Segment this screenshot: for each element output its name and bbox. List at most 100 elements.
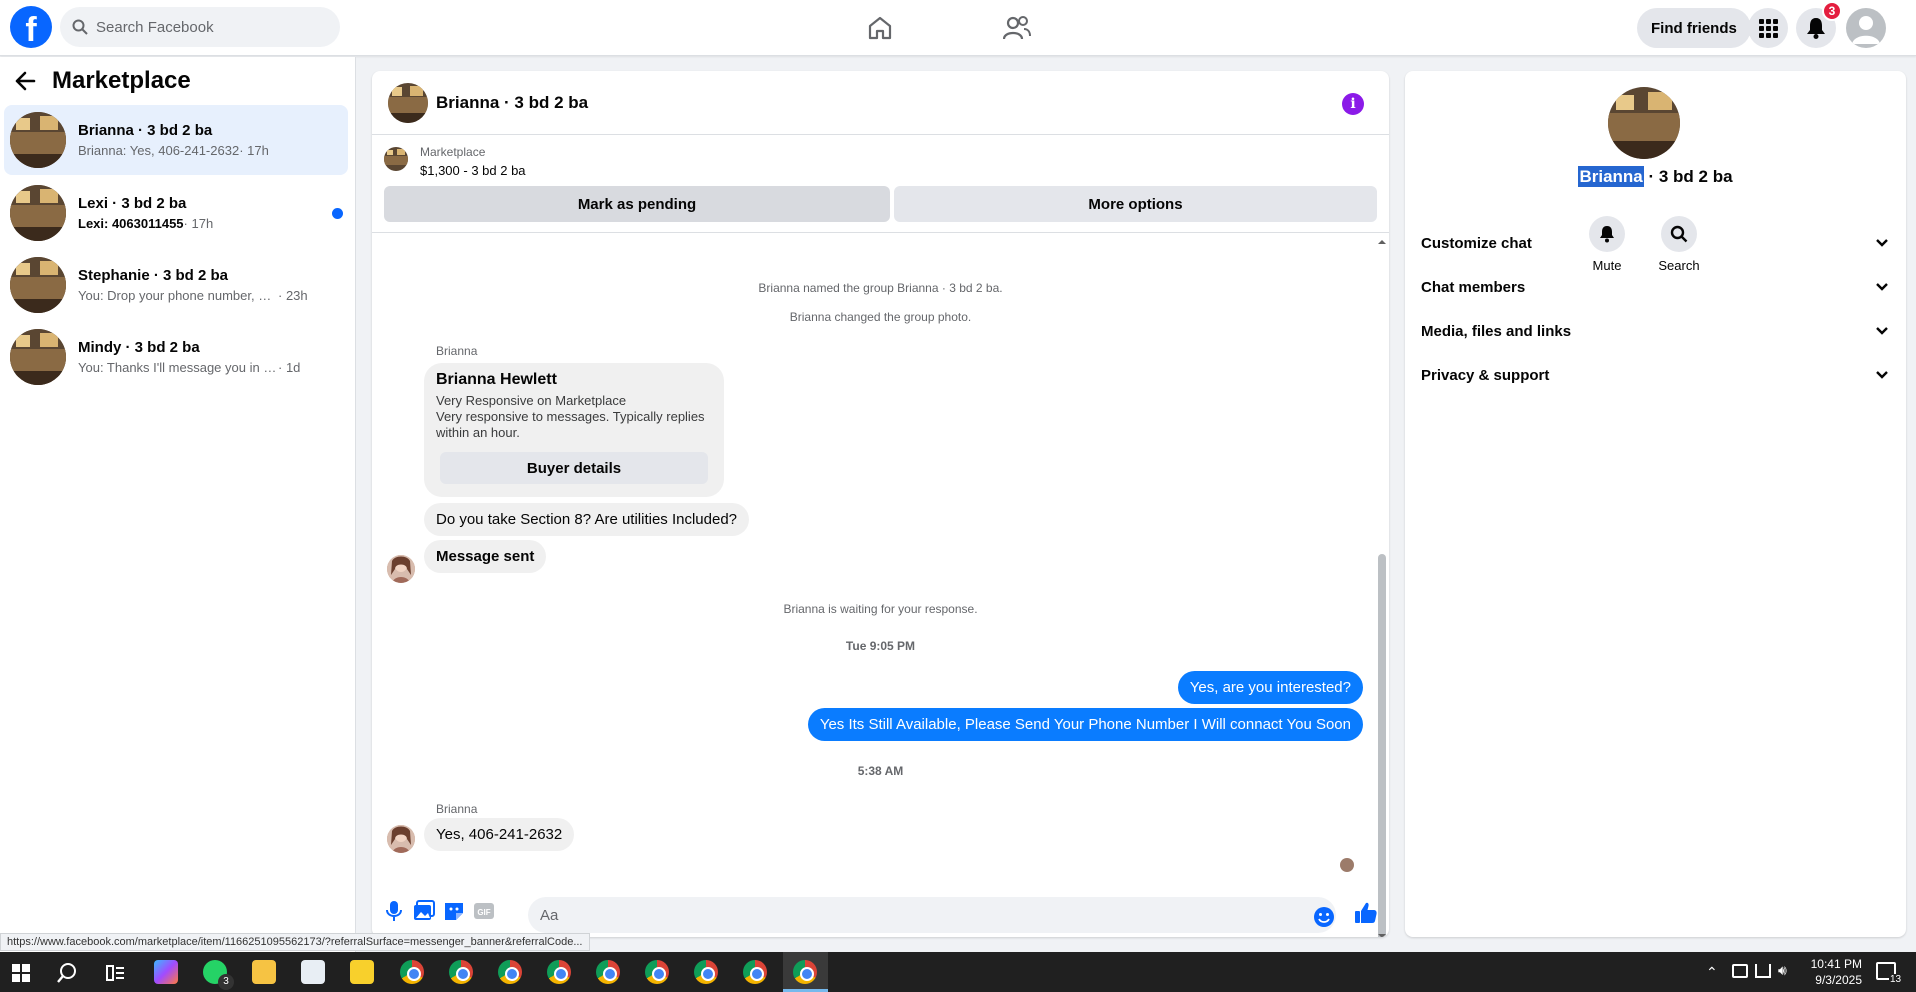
section-label: Media, files and links (1421, 322, 1572, 340)
svg-text:GIF: GIF (477, 908, 490, 917)
outgoing-message[interactable]: Yes Its Still Available, Please Send You… (807, 708, 1363, 741)
chrome-active-icon[interactable] (793, 960, 817, 984)
conversation-snippet: Lexi: 4063011455 (78, 216, 184, 231)
chat-header: Brianna · 3 bd 2 ba i (372, 71, 1389, 135)
conversation-item[interactable]: Lexi · 3 bd 2 ba Lexi: 4063011455 · 17h (4, 178, 348, 248)
tray-chevron-up-icon[interactable]: ⌃ (1706, 964, 1718, 981)
chevron-down-icon (1876, 371, 1888, 379)
listing-thumbnail (10, 329, 66, 385)
sender-avatar[interactable] (387, 555, 415, 583)
top-navigation-bar: f Find friends 3 (0, 0, 1916, 56)
conversation-name: Mindy · 3 bd 2 ba (78, 339, 200, 356)
incoming-message[interactable]: Do you take Section 8? Are utilities Inc… (424, 503, 750, 536)
listing-thumbnail (10, 185, 66, 241)
chrome-profile-icon[interactable] (645, 960, 669, 984)
conversation-list-panel: Marketplace Brianna · 3 bd 2 ba Brianna:… (0, 57, 356, 952)
listing-thumbnail[interactable] (384, 147, 408, 171)
scroll-up-icon[interactable] (1375, 238, 1389, 246)
home-icon[interactable] (864, 12, 896, 44)
conversation-snippet: You: Drop your phone number, and ... (78, 288, 278, 303)
back-arrow-icon[interactable] (14, 71, 36, 91)
chrome-profile-icon[interactable] (449, 960, 473, 984)
search-input[interactable] (96, 18, 326, 36)
find-friends-button[interactable]: Find friends (1637, 8, 1751, 48)
copilot-icon[interactable] (154, 960, 178, 984)
sender-name: Brianna (436, 344, 478, 358)
sticky-notes-icon[interactable] (350, 960, 374, 984)
account-avatar[interactable] (1846, 8, 1886, 48)
more-options-button[interactable]: More options (894, 186, 1377, 222)
system-message: Brianna named the group Brianna · 3 bd 2… (758, 281, 1003, 295)
file-explorer-icon[interactable] (252, 960, 276, 984)
chrome-profile-icon[interactable] (547, 960, 571, 984)
buyer-name: Brianna Hewlett (436, 371, 557, 388)
panel-title: Marketplace (52, 67, 191, 94)
sender-avatar[interactable] (387, 825, 415, 853)
sender-name: Brianna (436, 802, 478, 816)
conversation-snippet: You: Thanks I'll message you in a mo... (78, 360, 278, 375)
unread-indicator (332, 208, 343, 219)
system-message: Brianna changed the group photo. (789, 310, 972, 324)
like-thumb-icon[interactable] (1354, 901, 1378, 925)
search-icon (72, 19, 88, 35)
section-chat-members[interactable]: Chat members (1421, 269, 1889, 305)
section-privacy-support[interactable]: Privacy & support (1421, 357, 1889, 393)
read-receipt-avatar (1340, 858, 1354, 872)
chrome-profile-icon[interactable] (596, 960, 620, 984)
incoming-message[interactable]: Message sent (424, 540, 547, 573)
chrome-profile-icon[interactable] (400, 960, 424, 984)
listing-price[interactable]: $1,300 - 3 bd 2 ba (420, 163, 526, 178)
marketplace-listing-bar: Marketplace $1,300 - 3 bd 2 ba Mark as p… (372, 136, 1389, 233)
mark-as-pending-button[interactable]: Mark as pending (384, 186, 890, 222)
friends-icon[interactable] (1001, 12, 1033, 44)
tray-display-icon[interactable] (1732, 964, 1748, 978)
task-view-icon[interactable] (104, 962, 126, 988)
sticker-icon[interactable] (442, 899, 466, 923)
system-clock[interactable]: 10:41 PM 9/3/2025 (1800, 956, 1862, 988)
section-customize-chat[interactable]: Customize chat (1421, 225, 1889, 261)
group-name: Brianna · 3 bd 2 ba (1405, 166, 1906, 187)
search-box[interactable] (60, 7, 340, 47)
paint-icon[interactable] (301, 960, 325, 984)
section-media-files-links[interactable]: Media, files and links (1421, 313, 1889, 349)
chat-avatar[interactable] (388, 82, 428, 123)
buyer-details-button[interactable]: Buyer details (440, 452, 708, 484)
menu-grid-icon[interactable] (1748, 8, 1788, 48)
chevron-down-icon (1876, 283, 1888, 291)
chat-panel: Brianna · 3 bd 2 ba i Marketplace $1,300… (372, 71, 1389, 937)
conversation-item[interactable]: Mindy · 3 bd 2 ba You: Thanks I'll messa… (4, 322, 348, 392)
listing-thumbnail (10, 257, 66, 313)
chevron-down-icon (1876, 239, 1888, 247)
conversation-time: · 17h (239, 143, 269, 158)
chrome-profile-icon[interactable] (694, 960, 718, 984)
marketplace-label: Marketplace (420, 145, 486, 159)
chrome-profile-icon[interactable] (743, 960, 767, 984)
windows-taskbar: 3 ⌃ 🔊︎ 10:41 PM 9/3/2025 13 (0, 952, 1916, 992)
windows-start-icon[interactable] (12, 964, 30, 986)
chat-title[interactable]: Brianna · 3 bd 2 ba (436, 93, 588, 113)
conversation-item[interactable]: Stephanie · 3 bd 2 ba You: Drop your pho… (4, 250, 348, 320)
incoming-message[interactable]: Yes, 406-241-2632 (424, 818, 575, 851)
photo-icon[interactable] (412, 899, 436, 923)
facebook-logo-icon[interactable]: f (10, 6, 52, 48)
group-avatar[interactable] (1608, 87, 1680, 159)
buyer-reply-time: Very responsive to messages. Typically r… (436, 409, 705, 440)
timestamp: 5:38 AM (857, 764, 904, 778)
conversation-time: · 17h (183, 216, 214, 231)
network-icon[interactable] (1755, 964, 1771, 978)
outgoing-message[interactable]: Yes, are you interested? (1177, 671, 1363, 704)
conversation-item[interactable]: Brianna · 3 bd 2 ba Brianna: Yes, 406-24… (4, 105, 348, 175)
message-input[interactable] (528, 897, 1336, 933)
chat-scrollbar[interactable] (1375, 236, 1389, 937)
info-icon[interactable]: i (1342, 93, 1364, 115)
chrome-profile-icon[interactable] (498, 960, 522, 984)
microphone-icon[interactable] (382, 899, 406, 923)
buyer-profile-card: Brianna Hewlett Very Responsive on Marke… (424, 363, 724, 497)
volume-icon[interactable]: 🔊︎ (1778, 962, 1787, 979)
taskbar-search-icon[interactable] (56, 962, 78, 988)
conversation-name: Brianna · 3 bd 2 ba (78, 122, 213, 139)
emoji-icon[interactable] (1312, 905, 1336, 929)
gif-icon[interactable]: GIF (472, 899, 496, 923)
timestamp: Tue 9:05 PM (845, 639, 916, 653)
scrollbar-thumb[interactable] (1378, 554, 1386, 937)
